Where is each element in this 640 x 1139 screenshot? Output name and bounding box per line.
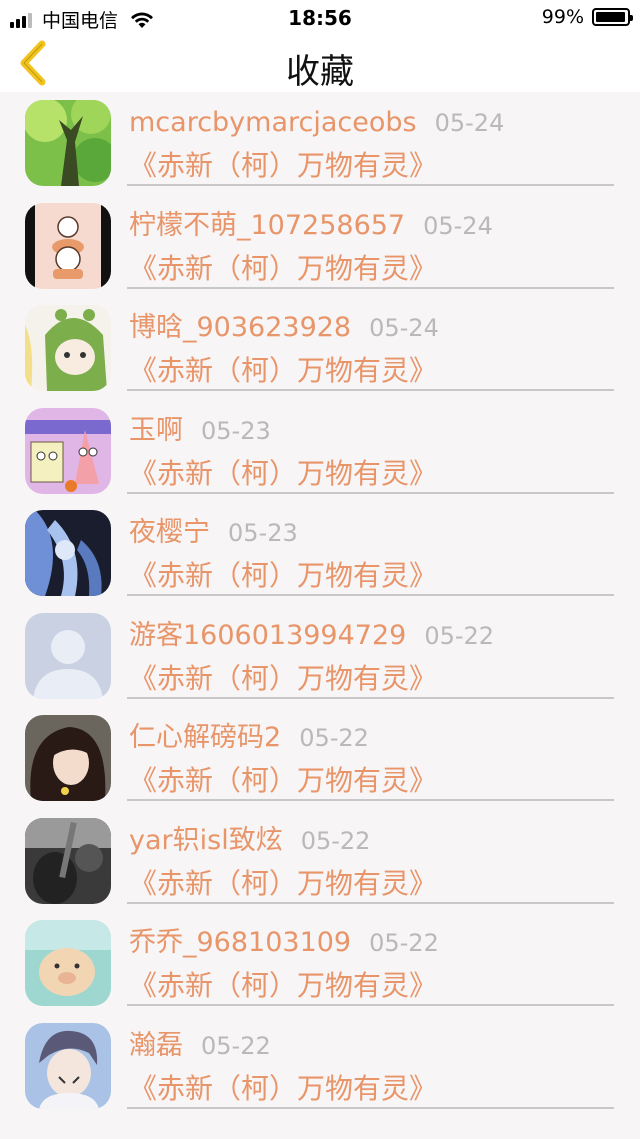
list-item[interactable]: 夜樱宁 05-23 《赤新（柯）万物有灵》 [0,502,640,605]
user-name: mcarcbymarcjaceobs [129,107,417,138]
list-item[interactable]: 玉啊 05-23 《赤新（柯）万物有灵》 [0,400,640,503]
cartoon-bears-avatar [25,202,111,289]
item-date: 05-22 [300,826,371,855]
list-item[interactable]: yar轵isl致炫 05-22 《赤新（柯）万物有灵》 [0,810,640,913]
status-right: 99% [541,6,633,28]
list-item[interactable]: 博晗_903623928 05-24 《赤新（柯）万物有灵》 [0,297,640,400]
item-date: 05-22 [424,621,495,650]
guitar-photo-avatar [25,817,111,904]
anime-boy-avatar [25,1022,111,1109]
divider [127,491,614,494]
work-title: 《赤新（柯）万物有灵》 [129,661,438,695]
user-name: 游客1606013994729 [129,619,407,651]
divider [127,389,614,391]
user-name: 博晗_903623928 [129,312,352,343]
divider [127,184,614,186]
item-date: 05-23 [228,519,298,547]
work-title: 《赤新（柯）万物有灵》 [129,1071,438,1105]
item-date: 05-24 [434,109,505,137]
divider [127,901,614,904]
item-date: 05-22 [299,724,369,752]
battery-percent: 99% [541,6,584,28]
user-name: 乔乔_968103109 [129,927,352,958]
battery-icon [592,8,633,26]
anime-girl-blue-avatar [25,510,111,596]
list-item[interactable]: mcarcbymarcjaceobs 05-24 《赤新（柯）万物有灵》 [0,92,640,195]
work-title: 《赤新（柯）万物有灵》 [129,251,438,285]
nav-bar: 收藏 [0,36,640,92]
user-name: 玉啊 [129,414,183,446]
divider [127,594,614,596]
girl-photo-avatar [25,715,111,801]
list-item[interactable]: 瀚磊 05-22 《赤新（柯）万物有灵》 [0,1015,640,1118]
divider [127,696,614,699]
user-name: 柠檬不萌_107258657 [129,209,406,241]
divider [127,1106,614,1109]
page-title: 收藏 [286,52,354,92]
user-name: yar轵isl致炫 [129,824,283,856]
list-item[interactable]: 仁心解磅码2 05-22 《赤新（柯）万物有灵》 [0,707,640,810]
user-name: 瀚磊 [129,1029,183,1061]
divider [127,1004,614,1006]
item-date: 05-24 [369,314,439,342]
list-item[interactable]: 游客1606013994729 05-22 《赤新（柯）万物有灵》 [0,605,640,708]
item-date: 05-22 [201,1031,271,1060]
work-title: 《赤新（柯）万物有灵》 [129,456,438,490]
work-title: 《赤新（柯）万物有灵》 [129,866,438,900]
work-title: 《赤新（柯）万物有灵》 [129,969,438,1002]
item-date: 05-24 [423,211,493,240]
item-date: 05-22 [369,929,439,957]
work-title: 《赤新（柯）万物有灵》 [129,149,438,182]
work-title: 《赤新（柯）万物有灵》 [129,764,438,797]
user-name: 仁心解磅码2 [129,722,282,753]
anime-hood-avatar [25,305,111,391]
favorites-list: mcarcbymarcjaceobs 05-24 《赤新（柯）万物有灵》 柠檬不萌… [0,92,640,1117]
user-name: 夜樱宁 [129,517,210,548]
list-item[interactable]: 柠檬不萌_107258657 05-24 《赤新（柯）万物有灵》 [0,195,640,298]
default-person-avatar [25,612,111,699]
tree-avatar [25,100,111,186]
work-title: 《赤新（柯）万物有灵》 [129,354,438,387]
spongebob-avatar [25,407,111,494]
status-bar: 中国电信 18:56 99% [0,0,640,36]
pig-avatar [25,920,111,1006]
list-item[interactable]: 乔乔_968103109 05-22 《赤新（柯）万物有灵》 [0,912,640,1015]
divider [127,286,614,289]
work-title: 《赤新（柯）万物有灵》 [129,559,438,592]
divider [127,799,614,801]
item-date: 05-23 [201,416,271,445]
